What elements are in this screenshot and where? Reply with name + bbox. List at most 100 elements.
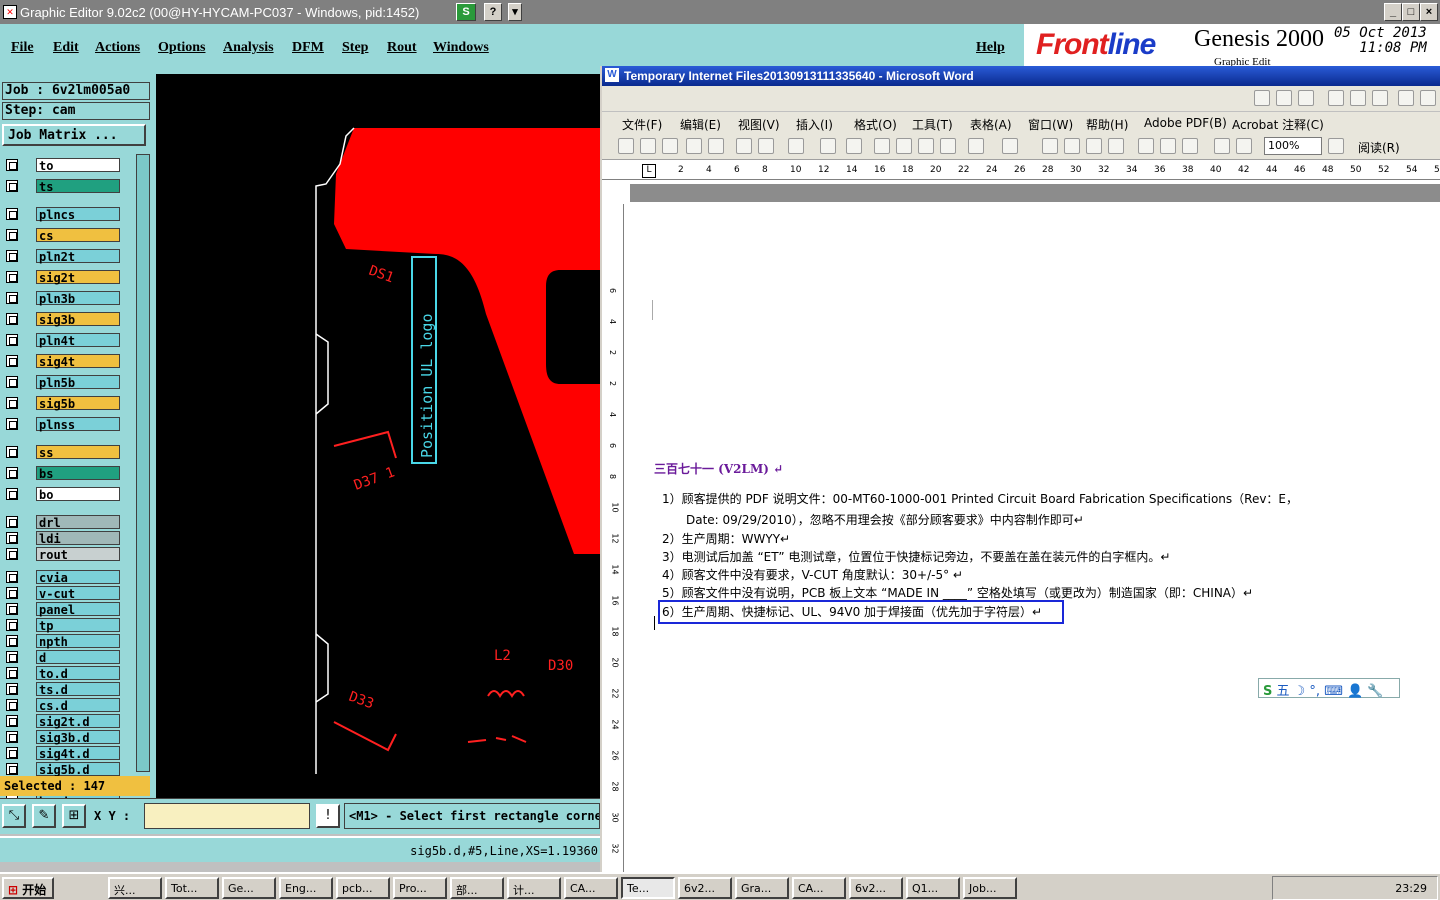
taskbar-item[interactable]: Te... (621, 877, 675, 899)
layer-row[interactable]: bo (2, 487, 134, 502)
tool-icon[interactable] (1276, 90, 1292, 106)
taskbar-item[interactable]: CA... (792, 877, 846, 899)
layer-checkbox[interactable] (6, 532, 18, 544)
layer-checkbox[interactable] (6, 334, 18, 346)
layer-row[interactable]: plnss (2, 417, 134, 432)
menu-help[interactable]: Help (976, 40, 1005, 56)
word-menu-format[interactable]: 格式(O) (854, 116, 897, 133)
ime-toolbar[interactable]: S 五 ☽ °, ⌨ 👤 🔧 (1258, 678, 1400, 699)
layer-checkbox[interactable] (6, 651, 18, 663)
word-menu-help[interactable]: 帮助(H) (1086, 116, 1128, 133)
print-icon[interactable] (736, 138, 752, 154)
word-menu-view[interactable]: 视图(V) (738, 116, 780, 133)
maximize-button[interactable]: □ (1402, 3, 1420, 21)
paragraph-icon[interactable] (1236, 138, 1252, 154)
menu-options[interactable]: Options (158, 40, 205, 56)
menu-analysis[interactable]: Analysis (223, 40, 274, 56)
draw-icon[interactable] (1254, 90, 1270, 106)
layer-checkbox[interactable] (6, 180, 18, 192)
layer-row[interactable]: npth (2, 634, 134, 649)
layer-checkbox[interactable] (6, 355, 18, 367)
preview-icon[interactable] (758, 138, 774, 154)
word-menu-insert[interactable]: 插入(I) (796, 116, 833, 133)
open-icon[interactable] (640, 138, 656, 154)
format-painter-icon[interactable] (940, 138, 956, 154)
layer-checkbox[interactable] (6, 313, 18, 325)
redo-icon[interactable] (1002, 138, 1018, 154)
tool-icon[interactable] (1398, 90, 1414, 106)
layer-checkbox[interactable] (6, 467, 18, 479)
menu-edit[interactable]: Edit (53, 40, 79, 56)
start-button[interactable]: ⊞ 开始 (2, 877, 54, 899)
layer-row[interactable]: ss (2, 445, 134, 460)
layer-row[interactable]: bs (2, 466, 134, 481)
show-hide-icon[interactable] (1214, 138, 1230, 154)
layer-checkbox[interactable] (6, 159, 18, 171)
taskbar-item[interactable]: 6v2... (678, 877, 732, 899)
tool-icon[interactable] (1298, 90, 1314, 106)
pdf-icon[interactable] (686, 138, 702, 154)
menu-file[interactable]: File (11, 40, 34, 56)
word-menu-acrobat[interactable]: Acrobat 注释(C) (1232, 116, 1324, 133)
taskbar-item[interactable]: 计... (507, 877, 561, 899)
layer-checkbox[interactable] (6, 397, 18, 409)
layer-checkbox[interactable] (6, 747, 18, 759)
clock[interactable]: 23:29 (1395, 882, 1427, 895)
layer-checkbox[interactable] (6, 516, 18, 528)
layer-checkbox[interactable] (6, 446, 18, 458)
research-icon[interactable] (820, 138, 836, 154)
layer-row[interactable]: pln3b (2, 291, 134, 306)
taskbar-item[interactable]: Gra... (735, 877, 789, 899)
graphic-canvas[interactable]: Position UL logo DS1 D37 1 D33 L2 D30 (156, 74, 602, 798)
layer-row[interactable]: ts (2, 179, 134, 194)
layer-row[interactable]: sig2t (2, 270, 134, 285)
tool-icon[interactable] (1420, 90, 1436, 106)
layer-checkbox[interactable] (6, 667, 18, 679)
translate-icon[interactable] (846, 138, 862, 154)
check-icon[interactable] (1328, 90, 1344, 106)
map-icon[interactable] (1182, 138, 1198, 154)
cut-icon[interactable] (874, 138, 890, 154)
menu-actions[interactable]: Actions (95, 40, 140, 56)
layer-row[interactable]: cs.d (2, 698, 134, 713)
document-page[interactable]: 三百七十一 (V2LM) ↵ 1）顾客提供的 PDF 说明文件：00-MT60-… (630, 202, 1440, 872)
layer-checkbox[interactable] (6, 250, 18, 262)
taskbar-item[interactable]: 兴... (108, 877, 162, 899)
mail-icon[interactable] (708, 138, 724, 154)
layer-checkbox[interactable] (6, 229, 18, 241)
layer-row[interactable]: pln4t (2, 333, 134, 348)
help-icon[interactable]: ? (484, 3, 502, 21)
layer-row[interactable]: cs (2, 228, 134, 243)
layer-row[interactable]: rout (2, 547, 134, 562)
layer-row[interactable]: cvia (2, 570, 134, 585)
layer-checkbox[interactable] (6, 376, 18, 388)
layer-row[interactable]: sig4t.d (2, 746, 134, 761)
read-button[interactable]: 阅读(R) (1358, 139, 1400, 156)
layer-row[interactable]: panel (2, 602, 134, 617)
tool-icon[interactable] (1350, 90, 1366, 106)
layer-row[interactable]: d (2, 650, 134, 665)
word-menu-window[interactable]: 窗口(W) (1028, 116, 1073, 133)
taskbar-item[interactable]: Eng... (279, 877, 333, 899)
excel-icon[interactable] (1108, 138, 1124, 154)
chevron-down-icon[interactable]: ▾ (508, 3, 522, 21)
word-menu-edit[interactable]: 编辑(E) (680, 116, 721, 133)
layer-row[interactable]: sig4t (2, 354, 134, 369)
layer-row[interactable]: plncs (2, 207, 134, 222)
taskbar-item[interactable]: CA... (564, 877, 618, 899)
hyperlink-icon[interactable] (1042, 138, 1058, 154)
tab-selector[interactable]: L (642, 164, 656, 178)
measure-icon[interactable]: ✎ (32, 804, 56, 828)
layer-checkbox[interactable] (6, 763, 18, 775)
layer-checkbox[interactable] (6, 548, 18, 560)
layer-checkbox[interactable] (6, 587, 18, 599)
taskbar-item[interactable]: Q1... (906, 877, 960, 899)
layer-row[interactable]: ldi (2, 531, 134, 546)
help-icon[interactable] (1328, 138, 1344, 154)
alert-icon[interactable]: ! (316, 804, 340, 828)
taskbar-item[interactable]: 部... (450, 877, 504, 899)
tool-icon[interactable] (1372, 90, 1388, 106)
taskbar-item[interactable]: pcb... (336, 877, 390, 899)
layer-row[interactable]: sig3b (2, 312, 134, 327)
columns-icon[interactable] (1138, 138, 1154, 154)
